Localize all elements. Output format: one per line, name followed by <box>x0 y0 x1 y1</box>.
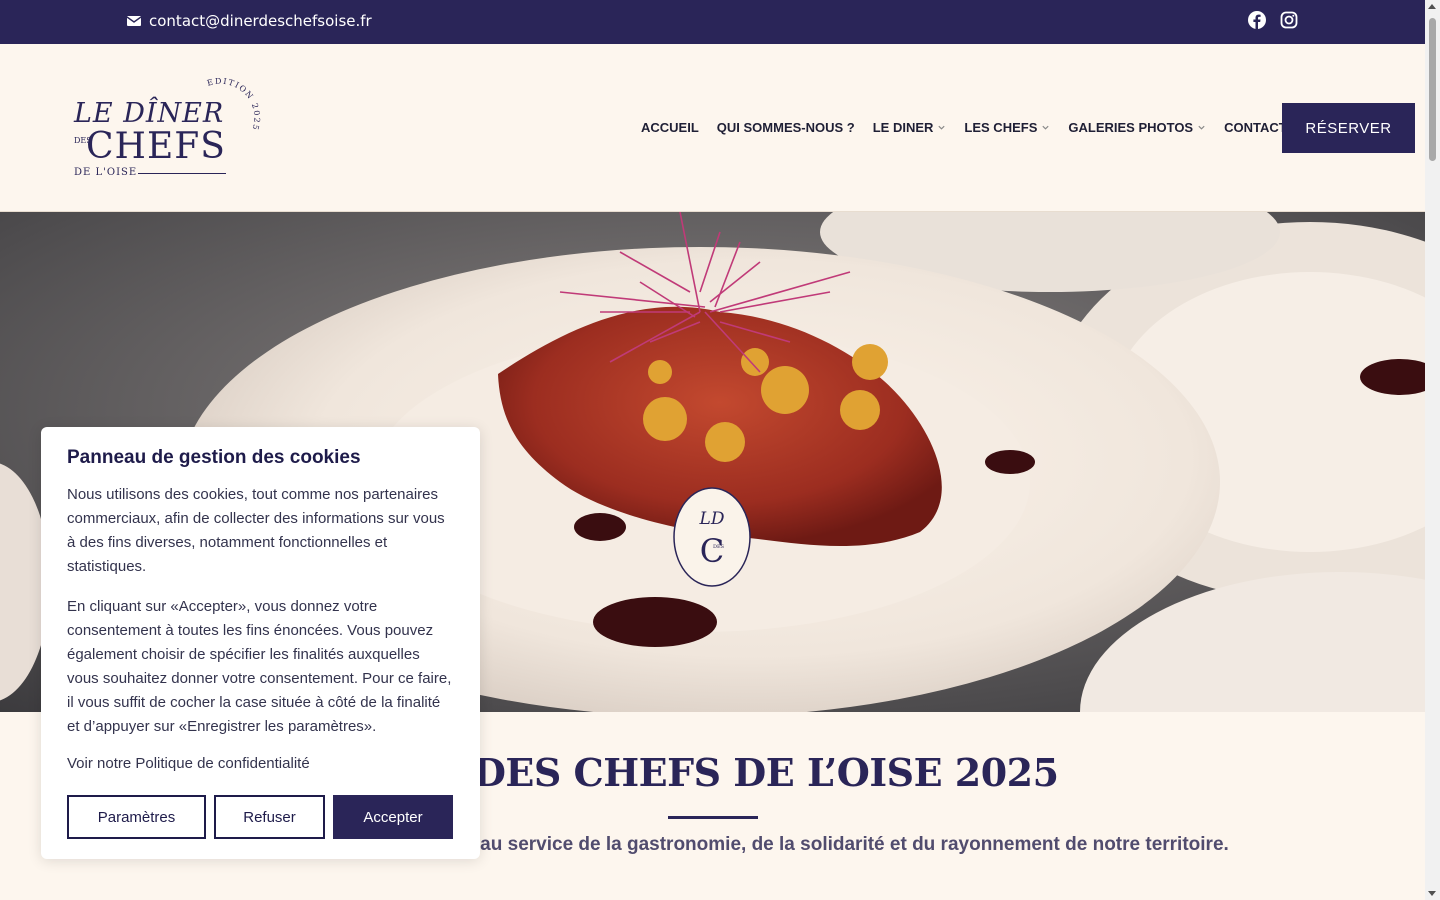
site-logo[interactable]: EDITION 2025 LE DÎNER DES CHEFS DE L'OIS… <box>72 78 262 178</box>
scroll-down-icon[interactable] <box>1428 891 1436 896</box>
chevron-down-icon <box>938 125 946 130</box>
nav-item-qui-sommes-nous[interactable]: QUI SOMMES-NOUS ? <box>717 120 855 135</box>
nav-item-accueil[interactable]: ACCUEIL <box>641 120 699 135</box>
scrollbar-thumb[interactable] <box>1429 18 1436 161</box>
nav-item-label: ACCUEIL <box>641 120 699 135</box>
nav-item-label: QUI SOMMES-NOUS ? <box>716 120 855 135</box>
cookie-heading: Panneau de gestion des cookies <box>67 447 361 468</box>
logo-line-3: DE L'OISE <box>74 167 138 178</box>
reserve-button[interactable]: RÉSERVER <box>1282 103 1415 153</box>
chevron-down-icon <box>1042 125 1049 130</box>
nav-item-label: LES CHEFS <box>964 120 1038 135</box>
nav-item-label: LE DINER <box>872 120 934 135</box>
envelope-icon <box>127 16 141 26</box>
top-bar: contact@dinerdeschefsoise.fr <box>0 0 1425 44</box>
cookie-paragraph-1: Nous utilisons des cookies, tout comme n… <box>67 486 445 575</box>
nav-item-galeries-photos[interactable]: GALERIES PHOTOS <box>1068 120 1206 135</box>
cookie-refuse-button[interactable]: Refuser <box>214 795 325 839</box>
cookie-paragraph-2: En cliquant sur «Accepter», vous donnez … <box>67 598 452 735</box>
main-nav: ACCUEIL QUI SOMMES-NOUS ? LE DINER LES C… <box>641 120 1305 135</box>
chevron-down-icon <box>1198 125 1205 130</box>
logo-line-2: CHEFS <box>86 126 226 167</box>
logo-underline <box>138 173 226 174</box>
cookie-accept-button[interactable]: Accepter <box>333 795 453 839</box>
cookie-buttons: Paramètres Refuser Accepter <box>67 795 453 839</box>
cookie-panel: Panneau de gestion des cookies Nous util… <box>41 427 480 859</box>
title-divider <box>668 816 758 819</box>
site-header: EDITION 2025 LE DÎNER DES CHEFS DE L'OIS… <box>0 44 1425 212</box>
social-links <box>1248 11 1298 29</box>
badge-top-text: LD <box>699 509 725 529</box>
logo-des: DES <box>74 136 92 145</box>
cookie-settings-button[interactable]: Paramètres <box>67 795 206 839</box>
nav-item-label: CONTACT <box>1224 120 1287 135</box>
badge-mid-text: C <box>700 532 724 570</box>
nav-item-contact[interactable]: CONTACT <box>1224 120 1287 135</box>
facebook-icon[interactable] <box>1248 11 1266 29</box>
contact-email-text: contact@dinerdeschefsoise.fr <box>149 12 372 30</box>
page-scrollbar[interactable] <box>1425 0 1440 900</box>
nav-item-les-chefs[interactable]: LES CHEFS <box>964 120 1050 135</box>
contact-email-link[interactable]: contact@dinerdeschefsoise.fr <box>127 12 372 30</box>
instagram-icon[interactable] <box>1280 11 1298 29</box>
privacy-policy-link[interactable]: Voir notre Politique de confidentialité <box>67 755 454 772</box>
logo-line-1: LE DÎNER <box>74 98 225 129</box>
nav-item-le-diner[interactable]: LE DINER <box>873 120 947 135</box>
scroll-up-icon[interactable] <box>1428 4 1436 9</box>
nav-item-label: GALERIES PHOTOS <box>1068 120 1194 135</box>
badge-des-text: DES <box>713 544 725 550</box>
